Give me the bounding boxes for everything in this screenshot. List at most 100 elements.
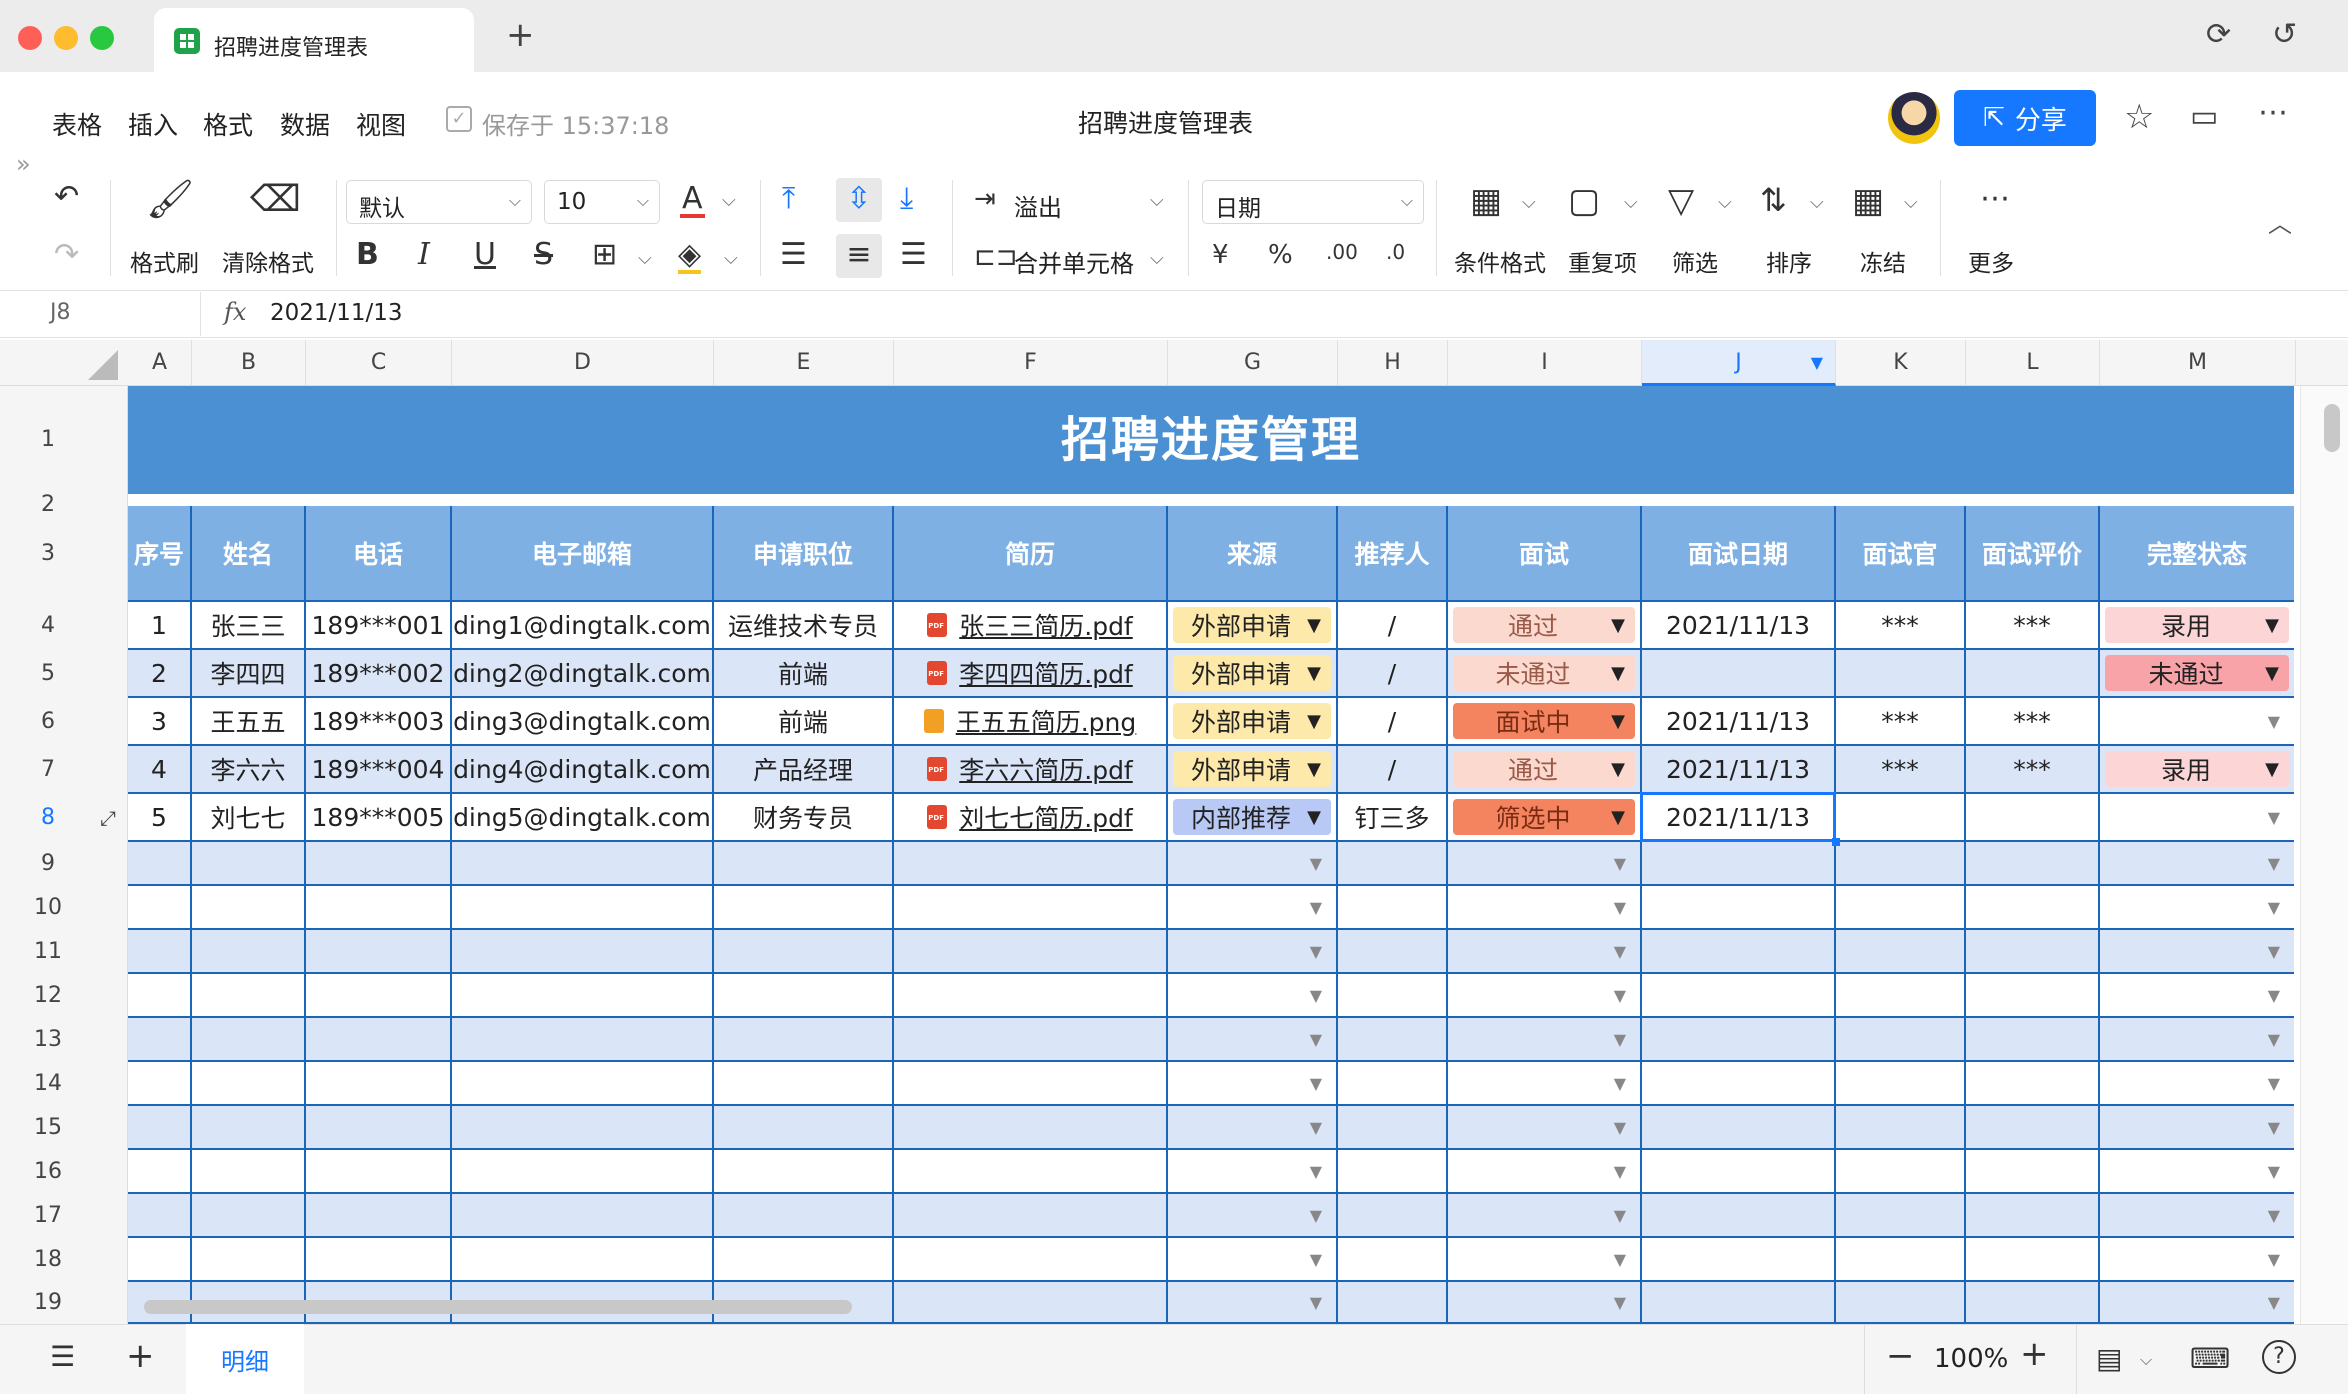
font-family-select[interactable]: 默认 ⌵ (346, 180, 532, 224)
empty-cell[interactable]: ▼ (2100, 842, 2294, 886)
dropdown-arrow-icon[interactable]: ▼ (1310, 898, 1322, 917)
empty-cell[interactable] (452, 974, 714, 1018)
column-filter-icon[interactable]: ▼ (1811, 340, 1823, 386)
cell-ref[interactable]: / (1338, 602, 1448, 650)
interview-dropdown[interactable]: 通过 ▼ (1453, 751, 1635, 787)
dropdown-arrow-icon[interactable]: ▼ (1310, 1293, 1322, 1312)
empty-cell[interactable] (1642, 1238, 1836, 1282)
empty-cell[interactable] (192, 1150, 306, 1194)
document-title[interactable]: 招聘进度管理表 (1078, 104, 1253, 140)
align-left-icon[interactable]: ☰ (780, 240, 807, 270)
help-icon[interactable]: ? (2262, 1340, 2296, 1374)
align-top-icon[interactable]: ⤒ (782, 184, 795, 214)
currency-icon[interactable]: ¥ (1212, 242, 1229, 268)
add-sheet-icon[interactable]: + (126, 1336, 155, 1376)
menu-format[interactable]: 格式 (203, 106, 253, 142)
dropdown-arrow-icon[interactable]: ▼ (1310, 1030, 1322, 1049)
empty-cell[interactable]: ▼ (1448, 886, 1642, 930)
cell-interviewer[interactable] (1836, 650, 1966, 698)
empty-cell[interactable] (128, 930, 192, 974)
cell-name[interactable]: 刘七七 (192, 794, 306, 842)
strikethrough-icon[interactable]: S (534, 240, 553, 270)
dropdown-arrow-icon[interactable]: ▼ (1614, 1250, 1626, 1269)
empty-cell[interactable] (1966, 1194, 2100, 1238)
empty-cell[interactable] (1338, 1062, 1448, 1106)
empty-cell[interactable] (306, 842, 452, 886)
cell-resume[interactable]: 李六六简历.pdf (894, 746, 1168, 794)
empty-cell[interactable] (894, 930, 1168, 974)
cell-resume[interactable]: 张三三简历.pdf (894, 602, 1168, 650)
share-button[interactable]: ⇱ 分享 (1954, 90, 2096, 146)
empty-cell[interactable] (1642, 1018, 1836, 1062)
interview-dropdown[interactable]: 面试中 ▼ (1453, 703, 1635, 739)
empty-cell[interactable] (714, 930, 894, 974)
source-dropdown[interactable]: 外部申请 ▼ (1173, 607, 1331, 643)
row-header-8[interactable]: 8 (0, 794, 96, 842)
cell-resume[interactable]: 王五五简历.png (894, 698, 1168, 746)
empty-cell[interactable] (714, 1018, 894, 1062)
empty-cell[interactable] (306, 1106, 452, 1150)
cell-phone[interactable]: 189***002 (306, 650, 452, 698)
empty-cell[interactable] (894, 886, 1168, 930)
chevron-down-icon[interactable]: ⌵ (724, 250, 738, 268)
empty-cell[interactable]: ▼ (1448, 1194, 1642, 1238)
empty-cell[interactable]: ▼ (1448, 1238, 1642, 1282)
merge-cells-label[interactable]: 合并单元格 (1014, 244, 1134, 279)
dropdown-arrow-icon[interactable]: ▼ (1614, 986, 1626, 1005)
dropdown-arrow-icon[interactable]: ▼ (1614, 1206, 1626, 1225)
row-header-2[interactable]: 2 (0, 494, 96, 516)
chevron-down-icon[interactable]: ⌵ (722, 192, 736, 210)
cell-phone[interactable]: 189***004 (306, 746, 452, 794)
empty-cell[interactable]: ▼ (1448, 1150, 1642, 1194)
empty-cell[interactable]: ▼ (1448, 1018, 1642, 1062)
header-cell[interactable]: 电子邮箱 (452, 506, 714, 602)
cell-date[interactable]: 2021/11/13 (1642, 602, 1836, 650)
empty-cell[interactable] (714, 842, 894, 886)
header-cell[interactable]: 简历 (894, 506, 1168, 602)
row-header-7[interactable]: 7 (0, 746, 96, 794)
empty-cell[interactable] (192, 1106, 306, 1150)
cell-interviewer[interactable]: *** (1836, 602, 1966, 650)
cell-source[interactable]: 内部推荐 ▼ (1168, 794, 1338, 842)
cell-eval[interactable] (1966, 794, 2100, 842)
dropdown-arrow-icon[interactable]: ▼ (1310, 986, 1322, 1005)
empty-cell[interactable] (1642, 1282, 1836, 1324)
formula-input[interactable]: 2021/11/13 (270, 300, 403, 326)
row-header-3[interactable]: 3 (0, 506, 96, 602)
cell-ref[interactable]: / (1338, 746, 1448, 794)
duplicate-label[interactable]: 重复项 (1568, 244, 1637, 278)
header-cell[interactable]: 推荐人 (1338, 506, 1448, 602)
dropdown-arrow-icon[interactable]: ▼ (1614, 1162, 1626, 1181)
dropdown-arrow-icon[interactable]: ▼ (2265, 663, 2279, 684)
empty-cell[interactable]: ▼ (1448, 930, 1642, 974)
row-header-18[interactable]: 18 (0, 1238, 96, 1282)
align-center-icon[interactable]: ≡ (836, 234, 882, 278)
empty-cell[interactable] (1836, 930, 1966, 974)
dropdown-arrow-icon[interactable]: ▼ (2268, 1293, 2280, 1312)
empty-cell[interactable] (714, 974, 894, 1018)
dropdown-arrow-icon[interactable]: ▼ (1310, 1074, 1322, 1093)
empty-cell[interactable] (1836, 1018, 1966, 1062)
cell-no[interactable]: 4 (128, 746, 192, 794)
sort-label[interactable]: 排序 (1766, 244, 1812, 278)
zoom-out-icon[interactable]: − (1886, 1336, 1915, 1376)
empty-cell[interactable] (452, 1194, 714, 1238)
row-header-19[interactable]: 19 (0, 1282, 96, 1324)
dropdown-arrow-icon[interactable]: ▼ (1307, 615, 1321, 636)
empty-cell[interactable]: ▼ (1448, 1106, 1642, 1150)
column-header-G[interactable]: G (1168, 340, 1338, 386)
empty-cell[interactable] (1966, 886, 2100, 930)
cell-eval[interactable] (1966, 650, 2100, 698)
more-tools-icon[interactable]: ⋯ (1980, 184, 2010, 214)
empty-cell[interactable] (306, 886, 452, 930)
row-header-17[interactable]: 17 (0, 1194, 96, 1238)
chevron-down-icon[interactable]: ⌵ (638, 250, 652, 268)
dropdown-arrow-icon[interactable]: ▼ (1310, 1206, 1322, 1225)
history-icon[interactable]: ↺ (2272, 20, 2297, 50)
filter-icon[interactable]: ▽ (1668, 184, 1694, 218)
menu-data[interactable]: 数据 (280, 106, 330, 142)
undo-icon[interactable]: ↶ (54, 182, 79, 212)
number-format-select[interactable]: 日期 ⌵ (1202, 180, 1424, 224)
empty-cell[interactable] (452, 1018, 714, 1062)
row-header-9[interactable]: 9 (0, 842, 96, 886)
